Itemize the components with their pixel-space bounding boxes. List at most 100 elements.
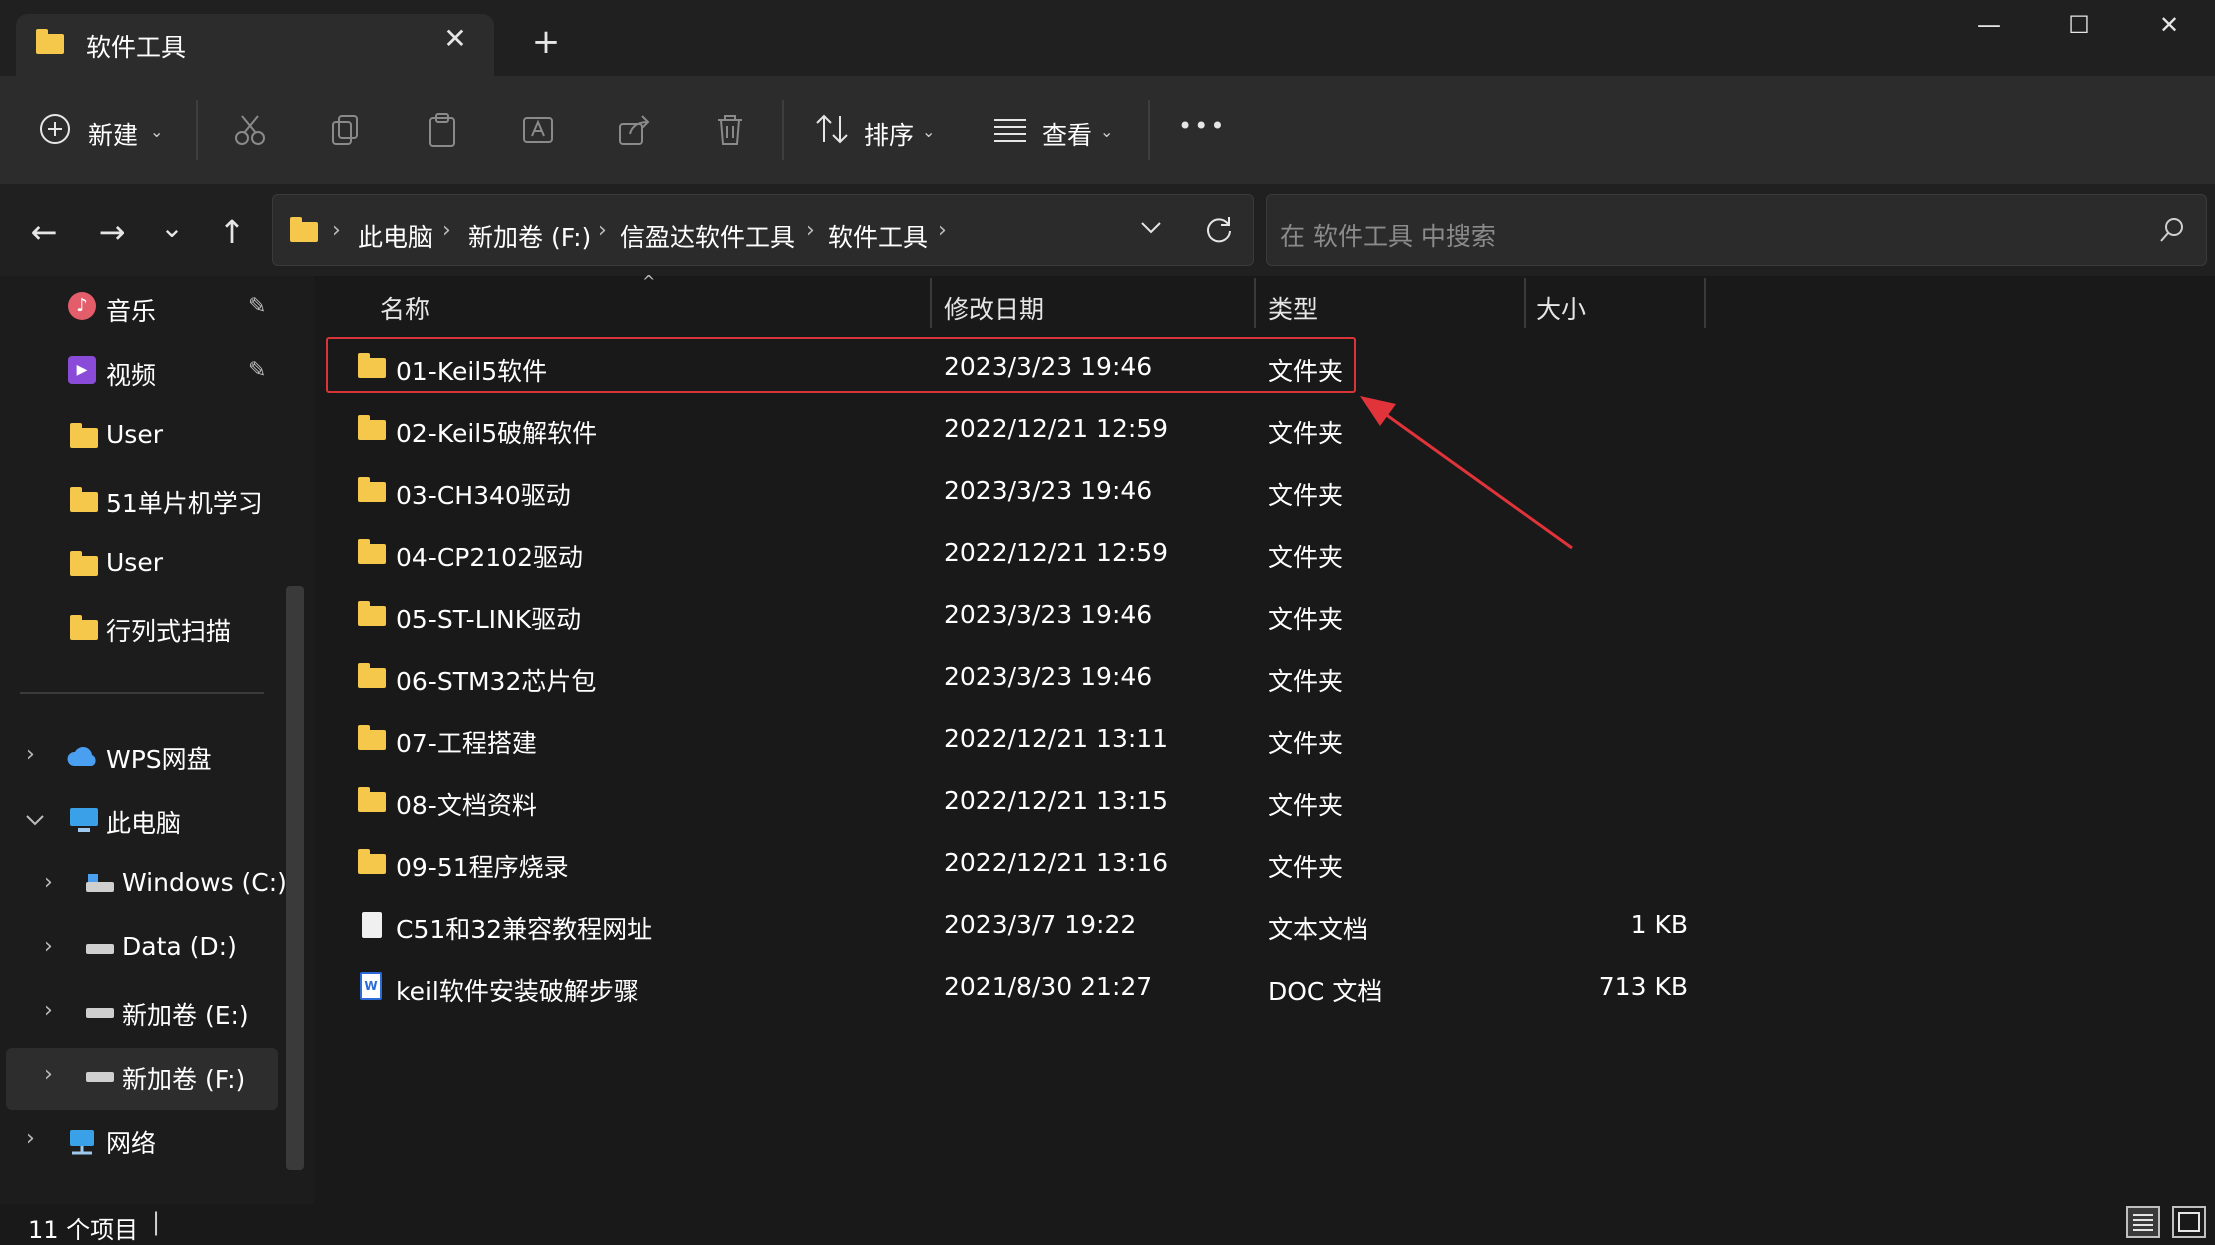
breadcrumb-item[interactable]: 软件工具 [828,218,928,254]
expand-chevron-icon[interactable]: › [44,1062,53,1087]
sort-icon [816,114,848,144]
sidebar-item-drive-d[interactable]: Data (D:) [122,932,237,961]
sidebar-item-wps[interactable]: WPS网盘 [106,740,212,776]
chevron-down-icon[interactable] [1138,218,1164,238]
paste-icon[interactable] [424,112,460,148]
sidebar-item-network[interactable]: 网络 [106,1124,156,1160]
table-row[interactable]: C51和32兼容教程网址 2023/3/7 19:22 文本文档 1 KB [326,896,1696,956]
expand-chevron-icon[interactable]: › [26,742,35,767]
folder-icon [358,477,386,502]
delete-icon[interactable] [712,112,748,148]
details-view-button[interactable] [2126,1206,2160,1238]
drive-icon [86,874,114,892]
column-divider[interactable] [1254,278,1256,328]
folder-icon [36,29,64,54]
tiles-view-icon [2178,1212,2200,1232]
file-name: 03-CH340驱动 [396,481,571,510]
chevron-down-icon: ⌄ [922,122,936,141]
expand-chevron-icon[interactable]: › [26,1126,35,1151]
column-header-size[interactable]: 大小 [1536,290,1586,326]
copy-icon[interactable] [328,112,364,148]
back-button[interactable]: ← [22,210,66,254]
maximize-button[interactable]: ☐ [2033,0,2125,50]
column-divider[interactable] [1704,278,1706,328]
sidebar-item-51mcu[interactable]: 51单片机学习 [106,484,263,520]
column-divider[interactable] [930,278,932,328]
tab-close-button[interactable]: ✕ [438,22,472,56]
file-type: 文件夹 [1268,853,1344,882]
file-type: DOC 文档 [1268,977,1383,1006]
folder-icon [358,787,386,812]
drive-icon [86,944,114,954]
toolbar-divider [196,100,198,160]
sidebar-scrollbar[interactable] [286,586,304,1170]
cut-icon[interactable] [232,112,268,148]
expand-chevron-icon[interactable]: › [44,870,53,895]
item-count: 11 个项目 [28,1216,139,1244]
file-type: 文件夹 [1268,481,1344,510]
minimize-button[interactable]: — [1943,0,2035,50]
folder-icon [358,849,386,874]
table-row[interactable]: 08-文档资料 2022/12/21 13:15 文件夹 [326,772,1696,832]
folder-icon [358,601,386,626]
file-name: 05-ST-LINK驱动 [396,605,582,634]
refresh-icon[interactable] [1204,214,1234,244]
sort-ascending-icon: ^ [642,272,656,291]
more-options-button[interactable]: ••• [1178,112,1226,140]
video-icon: ▶ [68,356,96,384]
tiles-view-button[interactable] [2172,1206,2206,1238]
sidebar-item-this-pc[interactable]: 此电脑 [106,804,181,840]
share-icon[interactable] [616,112,652,148]
table-row[interactable]: 07-工程搭建 2022/12/21 13:11 文件夹 [326,710,1696,770]
sidebar-item-drive-e[interactable]: 新加卷 (E:) [122,996,249,1032]
rename-icon[interactable] [520,112,556,148]
expand-chevron-icon[interactable]: › [44,998,53,1023]
chevron-down-icon: ⌄ [1100,122,1114,141]
toolbar-divider [782,100,784,160]
folder-icon [358,415,386,440]
cloud-icon [67,747,96,766]
column-header-type[interactable]: 类型 [1268,290,1318,326]
sidebar-item-video[interactable]: 视频 [106,356,156,392]
table-row[interactable]: 09-51程序烧录 2022/12/21 13:16 文件夹 [326,834,1696,894]
file-modified: 2022/12/21 13:16 [944,848,1169,877]
pin-icon[interactable]: ✎ [248,358,266,383]
folder-icon [70,551,98,576]
up-button[interactable]: ↑ [210,210,254,254]
column-header-modified[interactable]: 修改日期 [944,290,1044,326]
breadcrumb-item[interactable]: 新加卷 (F:) [468,218,591,254]
music-icon: ♪ [68,292,96,320]
expand-chevron-icon[interactable]: › [44,934,53,959]
pin-icon[interactable]: ✎ [248,294,266,319]
column-header-name[interactable]: 名称 [380,290,430,326]
close-button[interactable]: ✕ [2123,0,2215,50]
file-modified: 2023/3/23 19:46 [944,662,1153,691]
column-divider[interactable] [1524,278,1526,328]
folder-icon [290,217,318,242]
search-icon[interactable] [2158,216,2186,244]
table-row[interactable]: 05-ST-LINK驱动 2023/3/23 19:46 文件夹 [326,586,1696,646]
breadcrumb-item[interactable]: 此电脑 [358,218,433,254]
search-input[interactable]: 在 软件工具 中搜索 [1280,217,1496,253]
sidebar-divider [20,692,264,694]
file-size: 713 KB [1598,972,1688,1001]
table-row[interactable]: 06-STM32芯片包 2023/3/23 19:46 文件夹 [326,648,1696,708]
table-row[interactable]: W keil软件安装破解步骤 2021/8/30 21:27 DOC 文档 71… [326,958,1696,1018]
sidebar-item-drive-f[interactable]: 新加卷 (F:) [122,1060,245,1096]
status-bar [0,1204,2215,1241]
sidebar-item-drive-c[interactable]: Windows (C:) [122,868,287,897]
folder-icon [358,663,386,688]
sidebar-item-user-2[interactable]: User [106,548,163,577]
chevron-down-icon[interactable] [24,812,46,828]
status-divider: | [152,1208,161,1236]
sidebar-item-matrix-scan[interactable]: 行列式扫描 [106,612,231,648]
sidebar-item-music[interactable]: 音乐 [106,292,156,328]
new-label: 新建 [88,121,139,150]
breadcrumb-item[interactable]: 信盈达软件工具 [620,218,795,254]
sidebar-item-user[interactable]: User [106,420,163,449]
new-tab-button[interactable]: + [526,22,566,62]
drive-icon [86,1008,114,1018]
details-view-icon [2133,1214,2153,1231]
recent-locations-button[interactable]: ⌄ [150,206,194,250]
forward-button[interactable]: → [90,210,134,254]
